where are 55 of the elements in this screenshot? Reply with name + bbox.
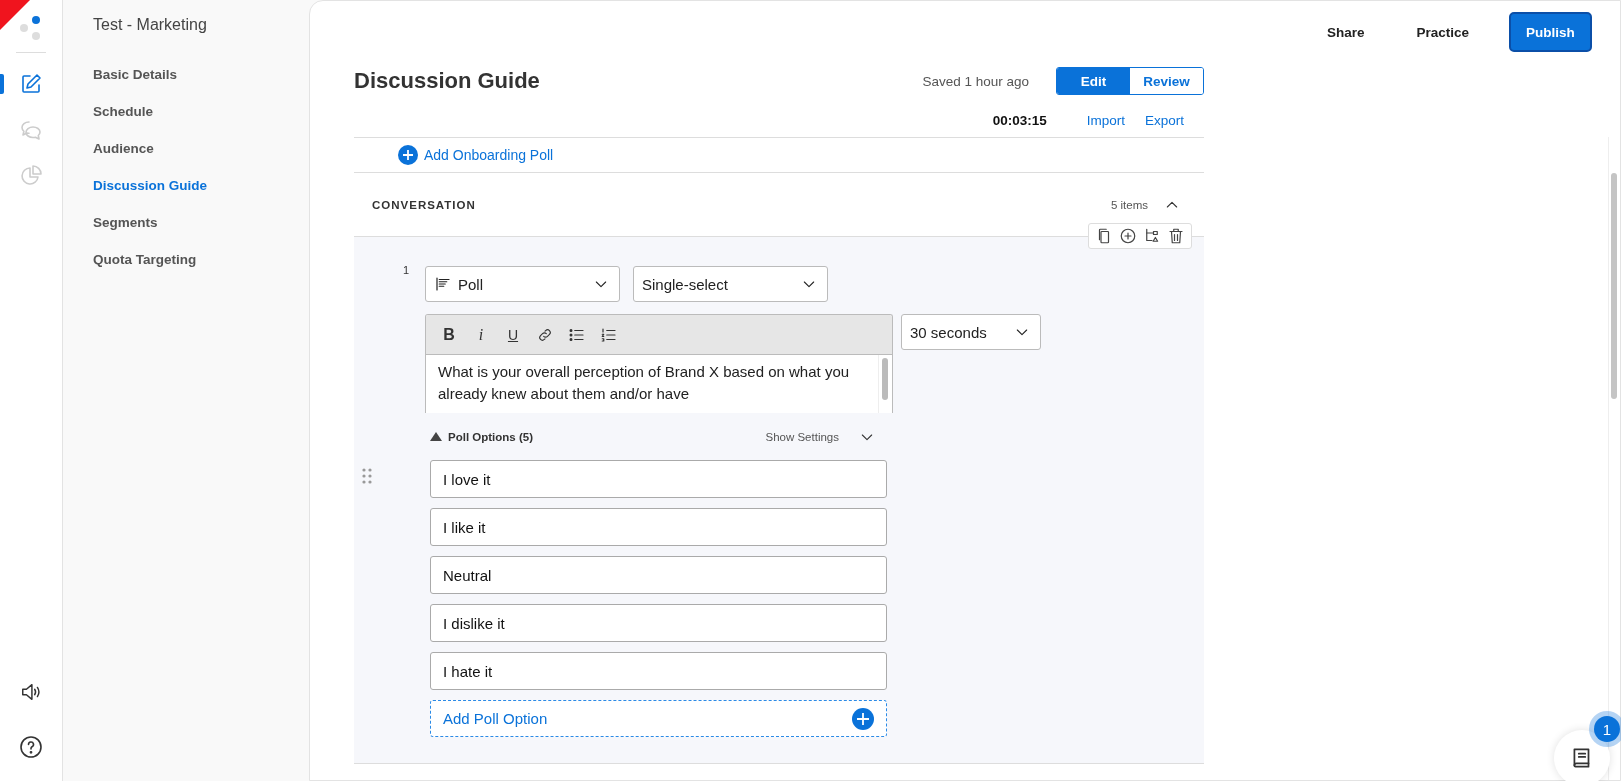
question-text[interactable]: What is your overall perception of Brand X based on what you already knew about them and/or have: [426, 355, 878, 413]
format-button[interactable]: i: [470, 322, 492, 347]
poll-option-field[interactable]: I love it: [430, 460, 887, 498]
sidebar-item[interactable]: Basic Details: [93, 56, 178, 93]
header-action-button[interactable]: Share: [1300, 12, 1391, 52]
selection-mode-select[interactable]: Single-select: [633, 266, 828, 302]
add-poll-option-button[interactable]: Add Poll Option: [430, 700, 887, 737]
format-button[interactable]: U: [502, 322, 524, 347]
sidebar-item[interactable]: Audience: [93, 130, 154, 167]
time-limit-select[interactable]: 30 seconds: [901, 314, 1041, 350]
add-onboarding-poll-button[interactable]: Add Onboarding Poll: [398, 145, 554, 165]
header-link[interactable]: Export: [1144, 112, 1184, 128]
question-type-select[interactable]: Poll: [425, 266, 620, 302]
mode-tab[interactable]: Edit: [1057, 68, 1130, 94]
header-action-button[interactable]: Practice: [1390, 12, 1495, 52]
sidebar-item[interactable]: Segments: [93, 204, 158, 241]
sidebar-item[interactable]: Schedule: [93, 93, 154, 130]
poll-option-field[interactable]: I dislike it: [430, 604, 887, 642]
help-icon: [19, 735, 43, 759]
poll-option-field[interactable]: I hate it: [430, 652, 887, 690]
plus-circle-icon: [398, 145, 418, 165]
poll-options-title: Poll Options (5): [448, 430, 534, 443]
publish-button[interactable]: Publish: [1509, 12, 1592, 52]
triangle-icon[interactable]: [430, 432, 442, 441]
sidebar-item[interactable]: Discussion Guide: [93, 167, 208, 204]
question-number: 1: [401, 264, 410, 278]
logo-icon: [20, 16, 42, 40]
plus-circle-icon: [1119, 227, 1137, 245]
branch-button[interactable]: [1143, 227, 1161, 245]
scrollbar-thumb[interactable]: [1611, 173, 1617, 399]
item-count: 5 items: [1110, 198, 1148, 211]
project-title: Test - Marketing: [93, 16, 208, 34]
branch-icon: [1143, 227, 1161, 245]
poll-option-field[interactable]: Neutral: [430, 556, 887, 594]
speaker-icon: [20, 681, 42, 703]
poll-icon: [434, 275, 452, 293]
chat-bubbles-icon: [19, 118, 43, 142]
show-settings-link[interactable]: Show Settings: [765, 430, 839, 443]
scrollbar-thumb[interactable]: [882, 358, 888, 400]
plus-circle-icon: [852, 707, 874, 730]
duration-timer: 00:03:15: [992, 112, 1047, 128]
saved-status: Saved 1 hour ago: [922, 73, 1029, 89]
pie-chart-icon: [19, 164, 43, 188]
section-title: CONVERSATION: [372, 198, 477, 211]
page-title: Discussion Guide: [354, 68, 541, 94]
format-button[interactable]: B: [438, 322, 460, 347]
header-link[interactable]: Import: [1086, 112, 1125, 128]
link-icon: [537, 326, 553, 343]
add-button[interactable]: [1119, 227, 1137, 245]
drag-handle-icon: [362, 468, 372, 484]
delete-button[interactable]: [1167, 227, 1185, 245]
sidebar-item[interactable]: Quota Targeting: [93, 241, 197, 278]
poll-option-field[interactable]: I like it: [430, 508, 887, 546]
edit-icon: [19, 72, 43, 96]
trash-icon: [1167, 227, 1185, 245]
